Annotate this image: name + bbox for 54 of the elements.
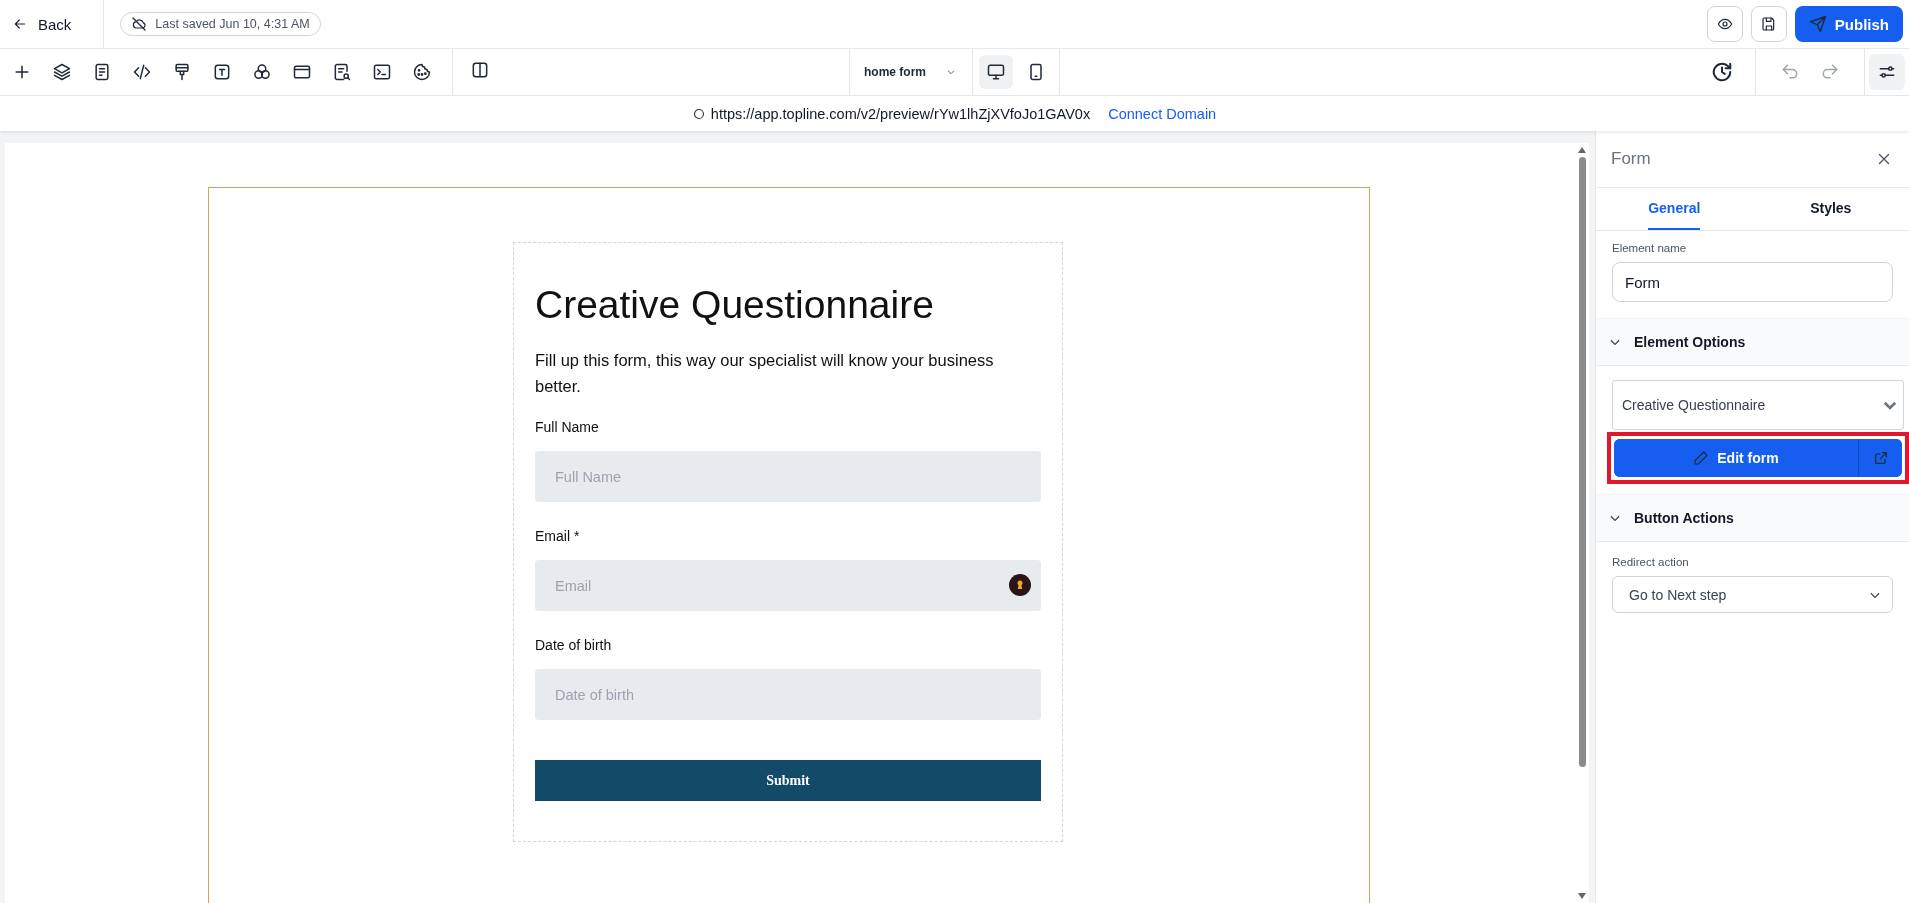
history-icon[interactable] (1711, 61, 1733, 83)
save-status: Last saved Jun 10, 4:31 AM (120, 12, 321, 36)
send-icon[interactable] (1808, 15, 1827, 33)
field-label: Full Name (535, 419, 600, 435)
arrow-left-icon[interactable] (12, 16, 28, 32)
panel-title: Form (1611, 149, 1651, 169)
form-description: Fill up this form, this way our specialist will know your business better. (535, 350, 995, 397)
redirect-dropdown[interactable]: Go to Next step (1612, 576, 1893, 613)
eye-icon[interactable] (1716, 16, 1733, 32)
connect-domain-link[interactable]: Connect Domain (1108, 105, 1217, 122)
text-icon[interactable] (212, 62, 232, 82)
section-header[interactable]: Element Options (1596, 318, 1909, 366)
text-field[interactable]: Full Name (535, 451, 1041, 502)
document-icon[interactable] (92, 62, 112, 82)
field-label: Date of birth (535, 637, 613, 653)
terminal-icon[interactable] (372, 62, 392, 82)
scroll-down-icon[interactable] (1578, 893, 1586, 899)
save-button[interactable] (1750, 6, 1787, 42)
page-selector[interactable]: home form (849, 49, 973, 95)
submit-button[interactable]: Submit (535, 760, 1041, 801)
back-button[interactable]: Back (0, 0, 105, 48)
window-icon[interactable] (292, 62, 312, 82)
email-field[interactable]: Email (535, 560, 1041, 611)
field-label: Redirect action (1612, 556, 1690, 568)
split-view-icon[interactable] (470, 60, 490, 80)
pencil-icon[interactable] (1693, 450, 1710, 466)
scroll-up-icon[interactable] (1578, 147, 1586, 153)
cloud-off-icon[interactable] (131, 16, 148, 32)
element-name-field[interactable]: Form (1612, 262, 1893, 302)
code-icon[interactable] (132, 62, 152, 82)
chevron-down-icon (946, 67, 956, 77)
external-link-icon[interactable] (1872, 450, 1889, 466)
field-label: Email * (535, 528, 581, 544)
form-dropdown[interactable]: Creative Questionnaire (1612, 380, 1904, 430)
text-field[interactable]: Date of birth (535, 669, 1041, 720)
cookie-icon[interactable] (412, 62, 432, 82)
keyhole-icon[interactable] (1008, 573, 1032, 597)
circles-icon[interactable] (252, 62, 272, 82)
section-header[interactable]: Button Actions (1596, 494, 1909, 542)
panel-tab[interactable]: General (1596, 188, 1753, 230)
publish-button[interactable]: Publish (1794, 6, 1903, 42)
paint-roller-icon[interactable] (172, 62, 192, 82)
preview-button[interactable] (1706, 6, 1743, 42)
device-toggle[interactable] (979, 55, 1013, 89)
document-search-icon[interactable] (332, 62, 352, 82)
settings-button[interactable] (1869, 54, 1905, 90)
field-label: Element name (1612, 242, 1688, 254)
scrollbar-thumb[interactable] (1578, 157, 1586, 767)
status-circle-icon (692, 107, 705, 120)
form-title: Creative Questionnaire (535, 283, 935, 327)
desktop-icon[interactable] (986, 62, 1006, 82)
layers-icon[interactable] (52, 62, 72, 82)
panel-tab[interactable]: Styles (1752, 188, 1909, 230)
preview-url: https://app.topline.com/v2/preview/rYw1lhZjXVfoJo1GAV0x (710, 105, 1091, 122)
